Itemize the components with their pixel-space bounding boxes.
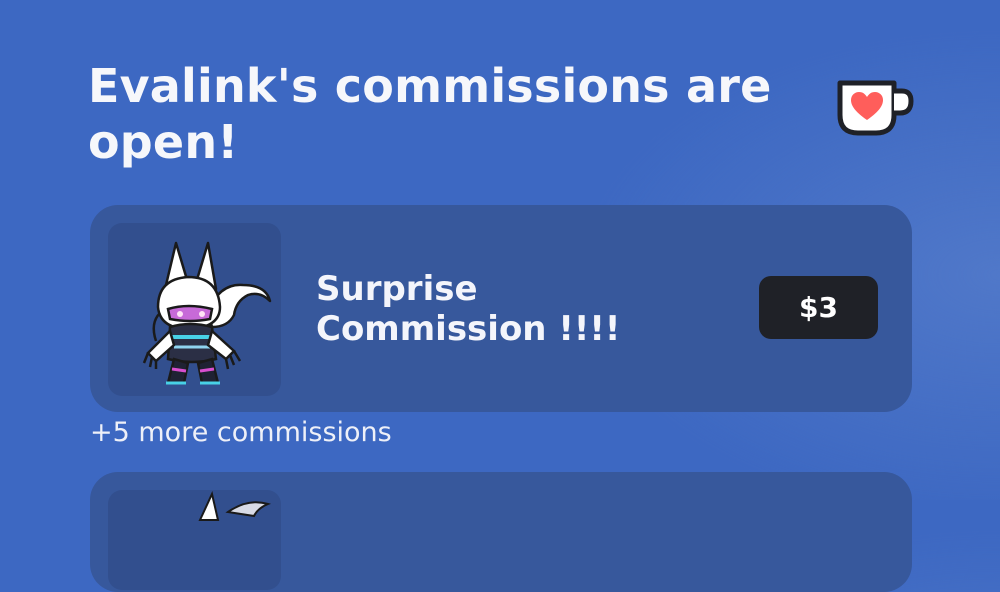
price-button[interactable]: $3 bbox=[759, 276, 878, 339]
commission-card-partial[interactable] bbox=[90, 472, 912, 592]
chibi-character-icon bbox=[198, 490, 272, 521]
commission-title: Surprise Commission !!!! bbox=[316, 269, 621, 349]
commission-thumbnail bbox=[108, 223, 281, 396]
kofi-cup-heart-icon[interactable] bbox=[834, 75, 914, 137]
page-title: Evalink's commissions are open! bbox=[88, 59, 772, 169]
chibi-character-icon bbox=[142, 241, 272, 385]
commission-card[interactable]: Surprise Commission !!!! $3 bbox=[90, 205, 912, 412]
commission-thumbnail bbox=[108, 490, 281, 590]
more-commissions-link[interactable]: +5 more commissions bbox=[90, 417, 392, 448]
